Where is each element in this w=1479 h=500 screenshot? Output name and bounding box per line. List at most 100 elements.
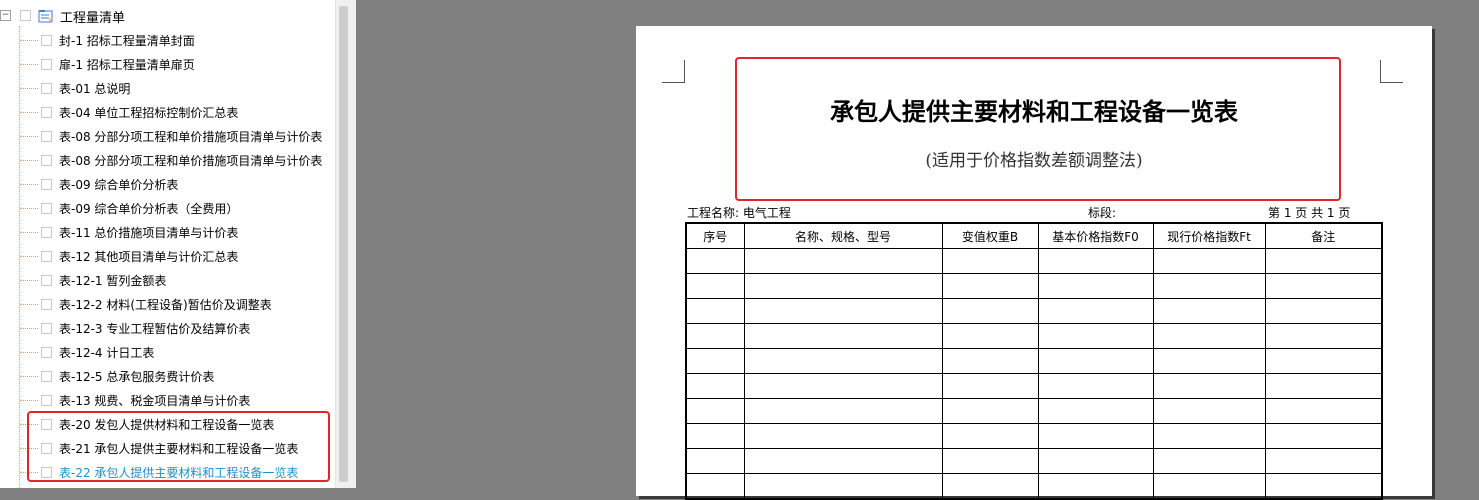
bid-section: 标段: (1088, 206, 1117, 220)
tree-item[interactable]: 表-12-3 专业工程暂估价及结算价表 (20, 317, 335, 341)
root-checkbox[interactable] (20, 10, 31, 21)
tree-item-checkbox[interactable] (41, 299, 52, 310)
tree-item-checkbox[interactable] (41, 131, 52, 142)
tree-item[interactable]: 表-11 总价措施项目清单与计价表 (20, 221, 335, 245)
tree-item-checkbox[interactable] (41, 203, 52, 214)
table-cell (1037, 323, 1154, 349)
tree-item[interactable]: 表-08 分部分项工程和单价措施项目清单与计价表 (20, 149, 335, 173)
panel-splitter[interactable] (351, 0, 356, 488)
table-cell (1037, 298, 1154, 324)
tree-item-label: 表-08 分部分项工程和单价措施项目清单与计价表 (59, 154, 323, 168)
tree-item[interactable]: 表-12-1 暂列金额表 (20, 269, 335, 293)
tree-item-checkbox[interactable] (41, 83, 52, 94)
tree-item[interactable]: 表-04 单位工程招标控制价汇总表 (20, 101, 335, 125)
column-header: 变值权重B (941, 222, 1039, 249)
tree-connector (20, 280, 38, 281)
table-cell (685, 373, 745, 399)
table-cell (1037, 248, 1154, 274)
table-cell (685, 398, 745, 424)
table-cell (685, 323, 745, 349)
tree-connector (20, 40, 38, 41)
tree-item[interactable]: 表-09 综合单价分析表（全费用） (20, 197, 335, 221)
tree-item[interactable]: 表-13 规费、税金项目清单与计价表 (20, 389, 335, 413)
tree-item-label: 表-08 分部分项工程和单价措施项目清单与计价表 (59, 130, 323, 144)
column-header: 序号 (685, 222, 745, 249)
tree-connector (20, 208, 38, 209)
tree-item-label: 表-12-4 计日工表 (59, 346, 155, 360)
tree-item-checkbox[interactable] (41, 35, 52, 46)
table-cell (941, 473, 1039, 500)
table-header-row: 序号 名称、规格、型号 变值权重B 基本价格指数F0 现行价格指数Ft 备注 (685, 222, 1383, 249)
table-cell (1264, 273, 1383, 299)
tree-item-checkbox[interactable] (41, 275, 52, 286)
tree-highlight-annotation (27, 411, 330, 482)
tree-item[interactable]: 表-08 分部分项工程和单价措施项目清单与计价表 (20, 125, 335, 149)
tree-connector (20, 160, 38, 161)
table-cell (1152, 473, 1266, 500)
table-cell (941, 423, 1039, 449)
table-cell (1152, 273, 1266, 299)
tree-item[interactable]: 封-1 招标工程量清单封面 (20, 29, 335, 53)
table-row (685, 448, 1383, 474)
project-name: 工程名称: 电气工程 (687, 206, 791, 220)
tree-item[interactable]: 表-12-5 总承包服务费计价表 (20, 365, 335, 389)
tree-item-checkbox[interactable] (41, 371, 52, 382)
tree-connector (20, 352, 38, 353)
column-header: 现行价格指数Ft (1152, 222, 1266, 249)
tree-item-checkbox[interactable] (41, 395, 52, 406)
tree-item-label: 封-1 招标工程量清单封面 (59, 34, 195, 48)
table-cell (743, 398, 943, 424)
tree-item-label: 表-12-2 材料(工程设备)暂估价及调整表 (59, 298, 272, 312)
materials-table: 序号 名称、规格、型号 变值权重B 基本价格指数F0 现行价格指数Ft 备注 (685, 222, 1383, 500)
tree-item[interactable]: 表-01 总说明 (20, 77, 335, 101)
table-row (685, 423, 1383, 449)
table-cell (941, 398, 1039, 424)
tree-item-label: 表-09 综合单价分析表 (59, 178, 179, 192)
tree-connector (20, 232, 38, 233)
table-cell (685, 423, 745, 449)
tree-connector (20, 256, 38, 257)
table-row (685, 323, 1383, 349)
tree-item-checkbox[interactable] (41, 179, 52, 190)
table-cell (743, 298, 943, 324)
table-row (685, 248, 1383, 274)
tree-item-checkbox[interactable] (41, 155, 52, 166)
table-cell (743, 373, 943, 399)
crop-mark-top-left (662, 60, 685, 83)
tree-scrollbar[interactable] (335, 0, 351, 488)
tree-scrollbar-thumb[interactable] (339, 6, 348, 482)
table-cell (1264, 298, 1383, 324)
table-cell (1264, 373, 1383, 399)
tree-item-checkbox[interactable] (41, 251, 52, 262)
table-cell (1037, 348, 1154, 374)
tree-item[interactable]: 表-12 其他项目清单与计价汇总表 (20, 245, 335, 269)
table-cell (743, 423, 943, 449)
report-tree-panel: − 工程量清单 封-1 招标工程量清单封面扉-1 招标工程量清单扉页 表-01 总… (0, 0, 335, 488)
table-cell (1152, 448, 1266, 474)
tree-item[interactable]: 表-12-4 计日工表 (20, 341, 335, 365)
table-cell (685, 348, 745, 374)
tree-item-checkbox[interactable] (41, 59, 52, 70)
tree-connector (20, 328, 38, 329)
tree-item[interactable]: 表-12-2 材料(工程设备)暂估价及调整表 (20, 293, 335, 317)
tree-root-label: 工程量清单 (60, 11, 126, 26)
tree-item-checkbox[interactable] (41, 227, 52, 238)
table-cell (1037, 273, 1154, 299)
title-highlight-annotation (735, 57, 1341, 201)
crop-mark-top-right (1380, 60, 1403, 83)
collapse-icon[interactable]: − (0, 10, 11, 21)
tree-item[interactable]: 扉-1 招标工程量清单扉页 (20, 53, 335, 77)
table-cell (685, 298, 745, 324)
table-row (685, 348, 1383, 374)
tree-item[interactable]: 表-09 综合单价分析表 (20, 173, 335, 197)
table-cell (743, 323, 943, 349)
folder-document-icon (38, 10, 53, 23)
table-cell (1264, 248, 1383, 274)
column-header: 备注 (1264, 222, 1383, 249)
tree-item-checkbox[interactable] (41, 323, 52, 334)
table-cell (685, 248, 745, 274)
tree-item-checkbox[interactable] (41, 347, 52, 358)
tree-item-checkbox[interactable] (41, 107, 52, 118)
table-cell (1152, 398, 1266, 424)
tree-connector (20, 112, 38, 113)
